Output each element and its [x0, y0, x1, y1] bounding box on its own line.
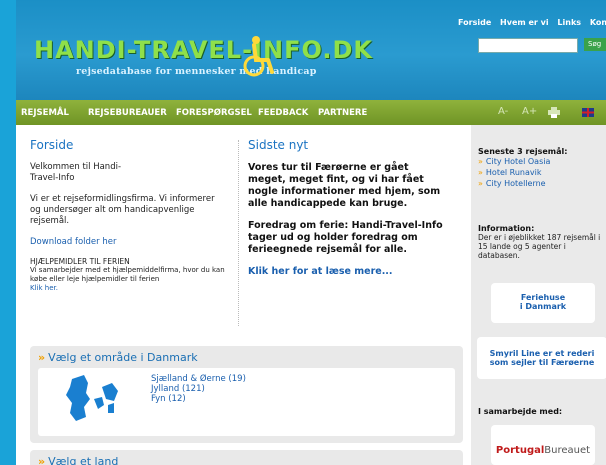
portugal-bureauet-banner[interactable]: PortugalBureauet [491, 425, 595, 465]
chevron-right-icon: » [478, 179, 483, 188]
feriehuse-line-2: i Danmark [519, 302, 567, 311]
chevron-right-icon: » [478, 157, 483, 166]
search-button[interactable]: Søg [584, 38, 606, 51]
denmark-region-box: » Vælg et område i Danmark Sjælland & Øer… [30, 346, 463, 443]
info-title: Information: [478, 224, 535, 233]
latest-item[interactable]: » City Hotel Oasia [478, 156, 567, 167]
country-box-header: » Vælg et land [30, 450, 463, 465]
uk-flag-icon[interactable] [582, 108, 594, 117]
country-box: » Vælg et land [30, 450, 463, 465]
aids-title: HJÆLPEMIDLER TIL FERIEN [30, 257, 130, 266]
portugal-bureauet-logo: PortugalBureauet [491, 425, 595, 457]
forside-section: Forside Velkommen til Handi-Travel-Info … [30, 138, 230, 292]
latest-item-label: Hotel Runavik [485, 168, 542, 177]
country-box-title: Vælg et land [48, 455, 119, 465]
nav-item-rejsemaal[interactable]: REJSEMÅL [21, 108, 69, 118]
region-link-fyn[interactable]: Fyn (12) [151, 394, 186, 404]
download-folder-link[interactable]: Download folder her [30, 237, 230, 247]
top-link-forside[interactable]: Forside [458, 18, 491, 27]
latest-title: Seneste 3 rejsemål: [478, 147, 568, 156]
latest-destinations: Seneste 3 rejsemål: » City Hotel Oasia » H… [478, 147, 567, 189]
site-tagline: rejsedatabase for mennesker med handicap [76, 66, 317, 77]
site-logo[interactable]: HANDI-TRAVEL-INFO.DK [34, 36, 373, 64]
sidebar: Seneste 3 rejsemål: » City Hotel Oasia » H… [471, 125, 606, 465]
latest-item[interactable]: » City Hotellerne [478, 178, 567, 189]
chevron-right-icon: » [38, 351, 46, 364]
wheelchair-logo-icon [243, 36, 274, 77]
smyril-line-1: Smyril Line er et rederi [489, 349, 595, 358]
about-text: Vi er et rejseformidlingsfirma. Vi infor… [30, 194, 215, 226]
read-more-link[interactable]: Klik her for at læse mere... [248, 266, 448, 277]
news-title: Sidste nyt [248, 138, 309, 152]
denmark-box-title: Vælg et område i Danmark [48, 351, 198, 364]
smyril-line-2: som sejler til Færøerne [489, 358, 595, 367]
top-link-links[interactable]: Links [557, 18, 581, 27]
news-paragraph-2: Foredrag om ferie: Handi-Travel-Info tag… [248, 220, 443, 255]
nav-item-rejsebureauer[interactable]: REJSEBUREAUER [88, 108, 167, 118]
latest-item-label: City Hotellerne [485, 179, 546, 188]
latest-item-label: City Hotel Oasia [485, 157, 551, 166]
header: HANDI-TRAVEL-INFO.DK rejsedatabase for m… [16, 0, 606, 100]
font-larger-button[interactable]: A+ [522, 106, 537, 117]
smyril-line-banner[interactable]: Smyril Line er et rederi som sejler til … [477, 337, 606, 379]
nav-item-forespoergsel[interactable]: FORESPØRGSEL [176, 108, 252, 118]
print-icon[interactable] [548, 107, 560, 118]
main-nav: REJSEMÅL REJSEBUREAUER FORESPØRGSEL FEED… [16, 100, 606, 125]
top-link-kontakt[interactable]: Kontakt [590, 18, 606, 27]
aids-link[interactable]: Klik her. [30, 284, 230, 292]
search-input[interactable] [478, 38, 578, 53]
nav-item-feedback[interactable]: FEEDBACK [258, 108, 308, 118]
news-section: Sidste nyt Vores tur til Færøerne er gåe… [248, 138, 448, 277]
column-divider [238, 140, 239, 326]
forside-title: Forside [30, 138, 74, 152]
top-link-hvem-er-vi[interactable]: Hvem er vi [500, 18, 549, 27]
info-text: Der er i øjeblikket 187 rejsemål i 15 la… [478, 233, 601, 260]
denmark-box-header: » Vælg et område i Danmark [30, 346, 463, 369]
denmark-map-icon[interactable] [62, 373, 122, 431]
latest-item[interactable]: » Hotel Runavik [478, 167, 567, 178]
top-links: Forside Hvem er vi Links Kontakt [458, 18, 606, 27]
chevron-right-icon: » [478, 168, 483, 177]
feriehuse-banner[interactable]: Feriehuse i Danmark [491, 283, 595, 323]
nav-item-partnere[interactable]: PARTNERE [318, 108, 367, 118]
chevron-right-icon: » [38, 455, 46, 465]
welcome-text: Velkommen til Handi-Travel-Info [30, 162, 122, 183]
page: HANDI-TRAVEL-INFO.DK rejsedatabase for m… [16, 0, 606, 465]
feriehuse-line-1: Feriehuse [520, 293, 566, 302]
partners-title: I samarbejde med: [478, 407, 563, 416]
news-paragraph-1: Vores tur til Færøerne er gået meget, me… [248, 162, 441, 209]
region-link-jylland[interactable]: Jylland (121) [151, 384, 205, 394]
aids-text: Vi samarbejder med et hjælpemiddelfirma,… [30, 266, 225, 283]
region-link-sjaelland[interactable]: Sjælland & Øerne (19) [151, 374, 246, 384]
denmark-box-content: Sjælland & Øerne (19) Jylland (121) Fyn … [38, 368, 455, 436]
partner-name-a: Portugal [495, 445, 545, 456]
partner-name-b: Bureauet [544, 445, 591, 456]
info-block: Information: Der er i øjeblikket 187 rej… [478, 224, 603, 260]
font-smaller-button[interactable]: A- [498, 106, 508, 117]
